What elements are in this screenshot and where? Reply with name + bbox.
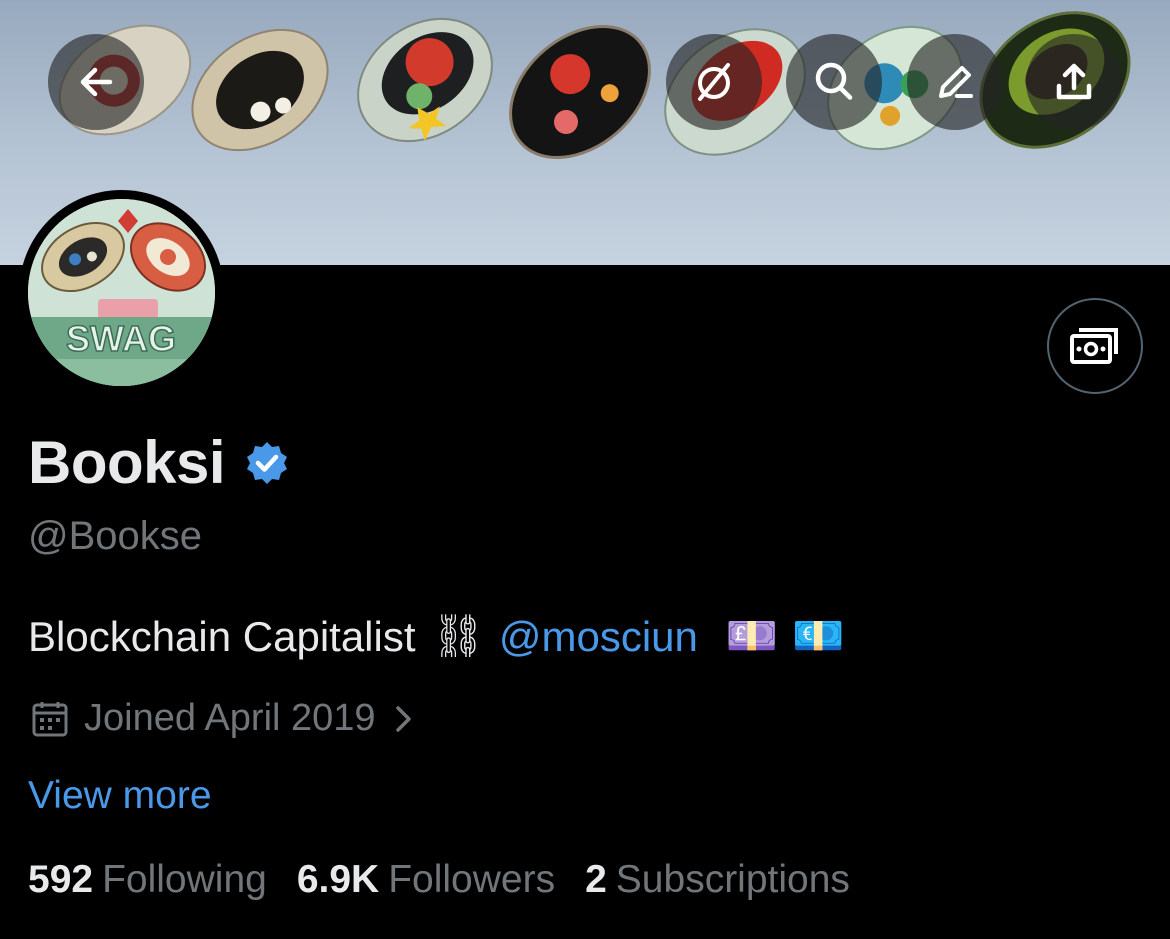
profile-avatar[interactable]: SWAG xyxy=(19,190,224,395)
view-more-link[interactable]: View more xyxy=(28,774,212,818)
grok-slash-icon xyxy=(698,63,730,101)
verified-badge-icon[interactable] xyxy=(243,439,291,487)
grok-button[interactable] xyxy=(666,34,762,130)
display-name: Booksi xyxy=(28,429,226,496)
stat-value: 2 xyxy=(585,858,607,901)
chain-emoji: ⛓ xyxy=(431,612,485,659)
arrow-left-icon xyxy=(80,67,113,97)
subscribe-button[interactable] xyxy=(1047,298,1143,394)
share-icon xyxy=(1056,63,1092,100)
search-icon xyxy=(815,62,853,100)
stat-value: 592 xyxy=(28,858,94,901)
stat-label: Followers xyxy=(388,858,556,901)
profile-stats: 592 Following 6.9K Followers 2 Subscript… xyxy=(28,858,880,902)
bio: Blockchain Capitalist ⛓ @mosciun 💷 💶 xyxy=(28,612,844,661)
calendar-icon xyxy=(32,701,68,736)
bio-mention-link[interactable]: @mosciun xyxy=(499,613,698,661)
name-row: Booksi xyxy=(28,428,291,497)
edit-button[interactable] xyxy=(907,34,1003,130)
chevron-right-icon xyxy=(395,705,411,732)
stat-label: Following xyxy=(102,858,267,901)
share-button[interactable] xyxy=(1026,34,1122,130)
money-icon xyxy=(1070,328,1118,364)
following-count[interactable]: 592 Following xyxy=(28,858,267,902)
handle: @Bookse xyxy=(28,514,203,558)
subscriptions-count[interactable]: 2 Subscriptions xyxy=(585,858,850,902)
back-button[interactable] xyxy=(48,34,144,130)
avatar-artwork: SWAG xyxy=(28,199,215,386)
stat-value: 6.9K xyxy=(296,858,380,901)
stat-label: Subscriptions xyxy=(615,858,850,901)
pencil-icon xyxy=(939,66,973,98)
followers-count[interactable]: 6.9K Followers xyxy=(297,858,555,902)
joined-date-row[interactable]: Joined April 2019 xyxy=(30,697,418,740)
joined-date: Joined April 2019 xyxy=(84,697,376,739)
bio-text: Blockchain Capitalist xyxy=(28,612,416,660)
euro-note-emoji: 💶 xyxy=(792,612,845,659)
search-button[interactable] xyxy=(786,34,882,130)
pound-note-emoji: 💷 xyxy=(725,612,779,659)
svg-text:SWAG: SWAG xyxy=(66,318,176,359)
